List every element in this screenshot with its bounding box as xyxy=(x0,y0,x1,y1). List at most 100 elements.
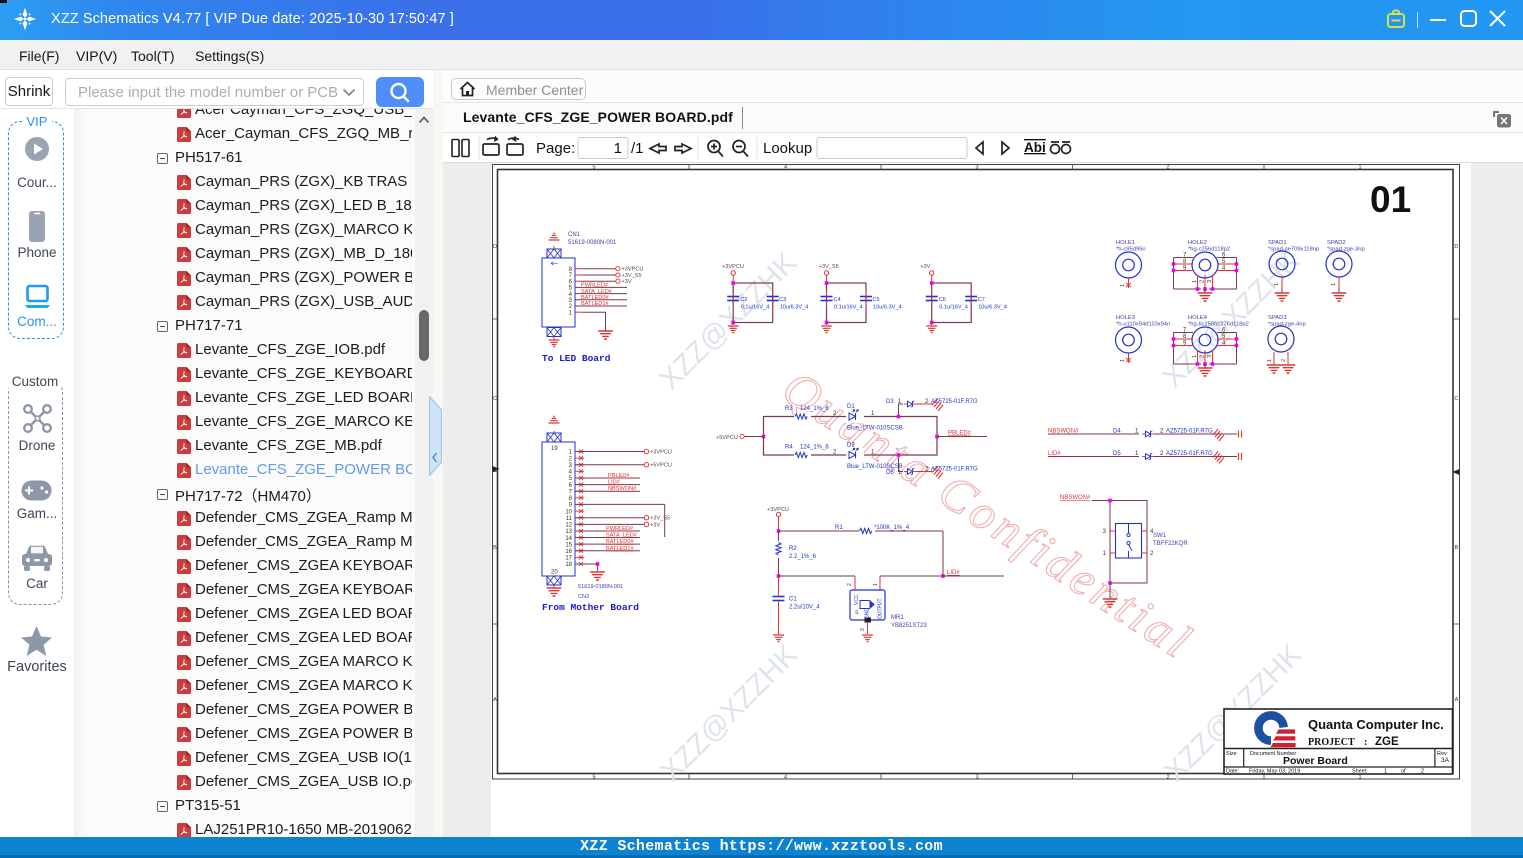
svg-text:Page:: Page: xyxy=(536,140,575,157)
svg-text:D: D xyxy=(1454,244,1458,250)
svg-text:of: of xyxy=(1401,769,1406,775)
svg-text:C7: C7 xyxy=(978,297,985,303)
svg-text:11: 11 xyxy=(566,516,573,522)
svg-text:1: 1 xyxy=(1384,769,1387,775)
svg-text:BATLED1#: BATLED1# xyxy=(606,546,634,552)
svg-text:+3V: +3V xyxy=(622,279,632,285)
svg-text:SPAD2: SPAD2 xyxy=(1327,240,1346,246)
svg-text:VCC: VCC xyxy=(854,594,860,605)
svg-text:1: 1 xyxy=(1358,774,1361,780)
svg-text:TBFF22KQR: TBFF22KQR xyxy=(1153,541,1188,547)
svg-text:*hg-tic256bc276d118p2: *hg-tic256bc276d118p2 xyxy=(1188,322,1249,328)
svg-text:D6: D6 xyxy=(886,470,894,476)
svg-text:+3V_S5: +3V_S5 xyxy=(819,264,839,270)
svg-text:5: 5 xyxy=(592,774,595,780)
svg-text:0.1u/16V_4: 0.1u/16V_4 xyxy=(741,305,770,311)
svg-text:/1: /1 xyxy=(631,140,644,157)
svg-text:R3: R3 xyxy=(785,406,793,412)
svg-text:Abi: Abi xyxy=(1024,140,1046,155)
svg-text:3: 3 xyxy=(975,165,978,171)
svg-text:AZ5725-01F.R7G: AZ5725-01F.R7G xyxy=(1166,451,1213,457)
svg-text:+3VPCU: +3VPCU xyxy=(622,267,644,273)
svg-text:C5: C5 xyxy=(873,297,880,303)
svg-text:SATA_LED#: SATA_LED# xyxy=(581,289,613,295)
svg-text:4: 4 xyxy=(784,165,787,171)
svg-text:1: 1 xyxy=(1331,283,1337,286)
svg-text:5: 5 xyxy=(592,165,595,171)
svg-text:SW1: SW1 xyxy=(1153,533,1167,539)
svg-text:C2: C2 xyxy=(740,297,747,303)
svg-text:SPAD1: SPAD1 xyxy=(1268,240,1287,246)
svg-text:2: 2 xyxy=(1421,769,1424,775)
svg-text:3: 3 xyxy=(1207,355,1213,358)
svg-text:HOLE2: HOLE2 xyxy=(1188,240,1207,246)
svg-text:1: 1 xyxy=(1267,359,1273,362)
svg-text:+3V: +3V xyxy=(920,264,930,270)
svg-text:OUTPUT: OUTPUT xyxy=(878,598,884,619)
svg-text:2: 2 xyxy=(1200,355,1206,358)
svg-text:+3VPCU: +3VPCU xyxy=(722,264,744,270)
svg-text:10: 10 xyxy=(565,509,572,515)
svg-text:A: A xyxy=(1455,697,1459,703)
svg-text:CN2: CN2 xyxy=(578,594,589,600)
svg-text:SATA_LED#: SATA_LED# xyxy=(606,533,638,539)
svg-text:D3: D3 xyxy=(886,399,894,405)
svg-text:16: 16 xyxy=(565,549,572,555)
svg-text:CN1: CN1 xyxy=(568,232,581,238)
svg-text:Date:: Date: xyxy=(1226,769,1240,775)
svg-text:124_1%_6: 124_1%_6 xyxy=(800,445,829,451)
svg-text:*spad-se709x118np: *spad-se709x118np xyxy=(1268,247,1319,253)
svg-text:PBLED#: PBLED# xyxy=(948,431,972,437)
svg-text:HOLE1: HOLE1 xyxy=(1116,240,1135,246)
svg-text:Friday, May 03, 2019: Friday, May 03, 2019 xyxy=(1249,769,1300,775)
svg-text:+3V_S5: +3V_S5 xyxy=(650,516,670,522)
svg-text:12: 12 xyxy=(565,523,572,529)
svg-text:1: 1 xyxy=(1274,283,1280,286)
svg-text:1: 1 xyxy=(1192,280,1198,283)
svg-text::: : xyxy=(1364,737,1367,748)
svg-text:NBSWON#: NBSWON# xyxy=(608,486,637,492)
svg-text:*spad-zge-3np: *spad-zge-3np xyxy=(1327,247,1365,253)
svg-text:NBSWON#: NBSWON# xyxy=(1060,495,1091,501)
svg-text:2.2u/10V_4: 2.2u/10V_4 xyxy=(789,605,820,611)
svg-text:3: 3 xyxy=(1207,280,1213,283)
svg-text:MR1: MR1 xyxy=(891,615,904,621)
svg-text:*100K_1%_4: *100K_1%_4 xyxy=(874,525,910,531)
svg-text:Quanta Computer Inc.: Quanta Computer Inc. xyxy=(1308,717,1444,732)
svg-text:BATLED0#: BATLED0# xyxy=(606,539,634,545)
svg-text:+5VPCU: +5VPCU xyxy=(650,463,672,469)
svg-text:1: 1 xyxy=(1358,165,1361,171)
svg-text:C6: C6 xyxy=(939,297,946,303)
svg-text:2: 2 xyxy=(1281,359,1287,362)
svg-text:PROJECT: PROJECT xyxy=(1308,737,1355,748)
svg-text:C3: C3 xyxy=(779,297,786,303)
svg-text:Blue_LTW-010SCSB: Blue_LTW-010SCSB xyxy=(847,426,903,432)
svg-text:BATLED1#: BATLED1# xyxy=(581,301,609,307)
svg-text:To LED Board: To LED Board xyxy=(542,353,611,364)
svg-text:51619-0080N-001: 51619-0080N-001 xyxy=(568,240,617,246)
svg-text:3A: 3A xyxy=(1441,757,1450,764)
svg-text:19: 19 xyxy=(551,446,558,452)
svg-text:124_1%_6: 124_1%_6 xyxy=(800,406,829,412)
svg-text:LID#: LID# xyxy=(608,480,621,486)
svg-text:10u/6.3V_4: 10u/6.3V_4 xyxy=(873,305,902,311)
svg-text:*h-c95d95n: *h-c95d95n xyxy=(1116,247,1146,253)
svg-text:3: 3 xyxy=(860,628,866,631)
svg-text:17: 17 xyxy=(565,556,572,562)
svg-text:+5VPCU: +5VPCU xyxy=(716,435,738,441)
svg-text:*h-o110x94d110x94n: *h-o110x94d110x94n xyxy=(1116,322,1170,328)
svg-text:Lookup: Lookup xyxy=(763,140,812,157)
svg-text:PWRLED#: PWRLED# xyxy=(606,526,634,532)
svg-text:ZGE: ZGE xyxy=(1375,736,1399,748)
svg-text:D4: D4 xyxy=(1113,429,1121,435)
svg-text:C: C xyxy=(1454,396,1458,402)
svg-text:2: 2 xyxy=(1200,280,1206,283)
svg-text:1: 1 xyxy=(1192,355,1198,358)
svg-text:BATLED0#: BATLED0# xyxy=(581,295,609,301)
svg-text:51619-0180N-001: 51619-0180N-001 xyxy=(578,584,623,590)
svg-text:C4: C4 xyxy=(834,297,841,303)
svg-text:0.1u/16V_4: 0.1u/16V_4 xyxy=(939,305,968,311)
svg-text:AZ5725-01F.R7G: AZ5725-01F.R7G xyxy=(1166,429,1213,435)
svg-text:2: 2 xyxy=(847,583,853,586)
svg-text:GND: GND xyxy=(865,608,871,620)
